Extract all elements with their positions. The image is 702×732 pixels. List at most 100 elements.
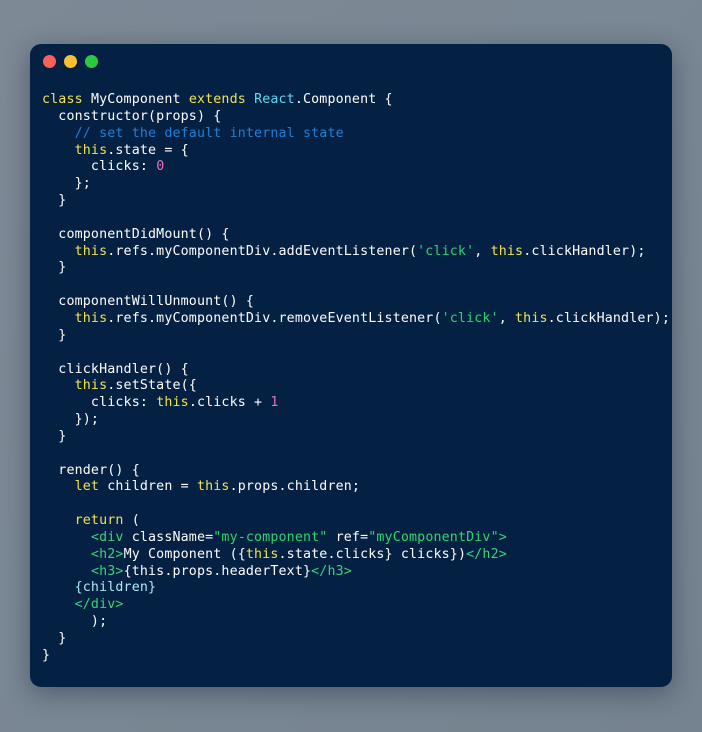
code-line: <h3>{this.props.headerText}</h3>	[42, 564, 654, 581]
code-token-plain: children =	[99, 479, 197, 495]
code-line: clicks: 0	[42, 159, 654, 176]
code-token-kw: extends	[188, 92, 255, 107]
code-token-str: 'click'	[441, 310, 499, 326]
code-token-tag: <div	[90, 529, 124, 545]
code-token-plain: .refs.myComponentDiv.removeEventListener…	[107, 310, 442, 326]
code-line: constructor(props) {	[42, 109, 654, 126]
code-token-plain: render() {	[42, 462, 140, 478]
code-token-plain: clicks:	[42, 159, 157, 175]
code-token-plain: .clicks +	[188, 395, 271, 411]
minimize-button[interactable]	[64, 54, 77, 68]
code-token-type: React	[254, 92, 295, 107]
close-button[interactable]	[43, 54, 56, 68]
code-line: };	[42, 176, 654, 193]
code-token-plain: }	[42, 327, 67, 343]
code-line: </div>	[42, 597, 654, 614]
code-token-plain: .setState({	[107, 378, 197, 394]
code-line: }	[42, 648, 654, 665]
code-token-plain: }	[42, 631, 67, 646]
code-token-this: this	[490, 243, 524, 259]
code-token-plain: clicks:	[42, 395, 157, 411]
code-token-tag: </h3>	[311, 563, 352, 579]
code-token-this: this	[196, 479, 230, 495]
code-token-plain: clickHandler() {	[42, 361, 189, 377]
code-token-plain: ref=	[327, 529, 369, 545]
code-line: return (	[42, 513, 654, 530]
code-token-plain: ,	[498, 310, 516, 326]
code-token-this: this	[74, 378, 108, 394]
code-line: {children}	[42, 580, 654, 597]
code-token-plain: My Component ({	[123, 546, 246, 562]
code-token-plain: }	[42, 260, 67, 276]
code-line: componentWillUnmount() {	[42, 294, 654, 311]
code-token-plain: }	[42, 647, 51, 663]
code-token-plain: .state.clicks} clicks})	[278, 546, 467, 562]
code-token-kw: let	[74, 479, 100, 495]
code-line: }	[42, 260, 654, 277]
code-token-tag: <h3>	[90, 563, 124, 579]
code-line: render() {	[42, 463, 654, 480]
code-token-this: this	[74, 310, 108, 326]
code-line: // set the default internal state	[42, 126, 654, 143]
code-token-kw: class	[42, 92, 91, 107]
code-token-plain: .props.children;	[229, 479, 361, 495]
code-line: this .refs.myComponentDiv.addEventListene…	[42, 244, 654, 261]
code-token-this: this	[156, 395, 189, 411]
code-token-num: 0	[156, 159, 165, 175]
code-token-this: this	[515, 310, 548, 326]
code-token-plain: (	[123, 513, 140, 529]
window-titlebar[interactable]	[30, 44, 672, 78]
code-token-plain: ,	[474, 243, 491, 259]
code-token-plain: }	[42, 428, 67, 444]
code-token-plain: .state = {	[107, 142, 189, 158]
code-line: <h2>My Component ({this.state.clicks} cl…	[42, 547, 654, 564]
code-token-plain: }	[42, 193, 67, 209]
screenshot-stage: class MyComponent extends React.Componen…	[0, 0, 702, 732]
code-token-plain: componentWillUnmount() {	[42, 294, 255, 310]
code-token-plain: .refs.myComponentDiv.addEventListener(	[107, 243, 418, 259]
code-line: <div className="my-component" ref="myCom…	[42, 530, 654, 547]
code-token-plain: .clickHandler);	[547, 310, 670, 326]
code-token-this: this	[74, 142, 108, 158]
code-line: }	[42, 631, 654, 648]
code-line: componentDidMount() {	[42, 227, 654, 244]
code-token-str: "my-component"	[213, 529, 328, 545]
code-token-this: this	[245, 546, 279, 562]
code-token-str: "myComponentDiv"	[368, 529, 499, 545]
code-line: );	[42, 614, 654, 631]
code-token-plain: {this.props.headerText}	[123, 563, 312, 579]
code-token-plain: constructor(props) {	[42, 108, 222, 124]
code-line: this.state = {	[42, 143, 654, 160]
code-token-tag: <h2>	[90, 546, 124, 562]
code-line: }	[42, 193, 654, 210]
code-token-expr: {children}	[74, 580, 157, 596]
code-token-plain: );	[42, 614, 108, 630]
code-block[interactable]: class MyComponent extends React.Componen…	[30, 78, 672, 675]
code-token-num: 1	[270, 395, 279, 411]
code-line: this.refs.myComponentDiv.removeEventList…	[42, 310, 670, 328]
code-window: class MyComponent extends React.Componen…	[30, 44, 672, 687]
code-line: class MyComponent extends React.Componen…	[42, 92, 654, 109]
code-line: let children = this.props.children;	[42, 479, 654, 496]
code-line: clickHandler() {	[42, 362, 654, 379]
maximize-button[interactable]	[85, 54, 98, 68]
code-token-plain: };	[42, 176, 91, 192]
code-token-plain: className=	[123, 529, 214, 545]
code-line: }	[42, 328, 654, 345]
code-token-plain: });	[42, 412, 100, 428]
code-token-tag: </div>	[74, 597, 124, 613]
